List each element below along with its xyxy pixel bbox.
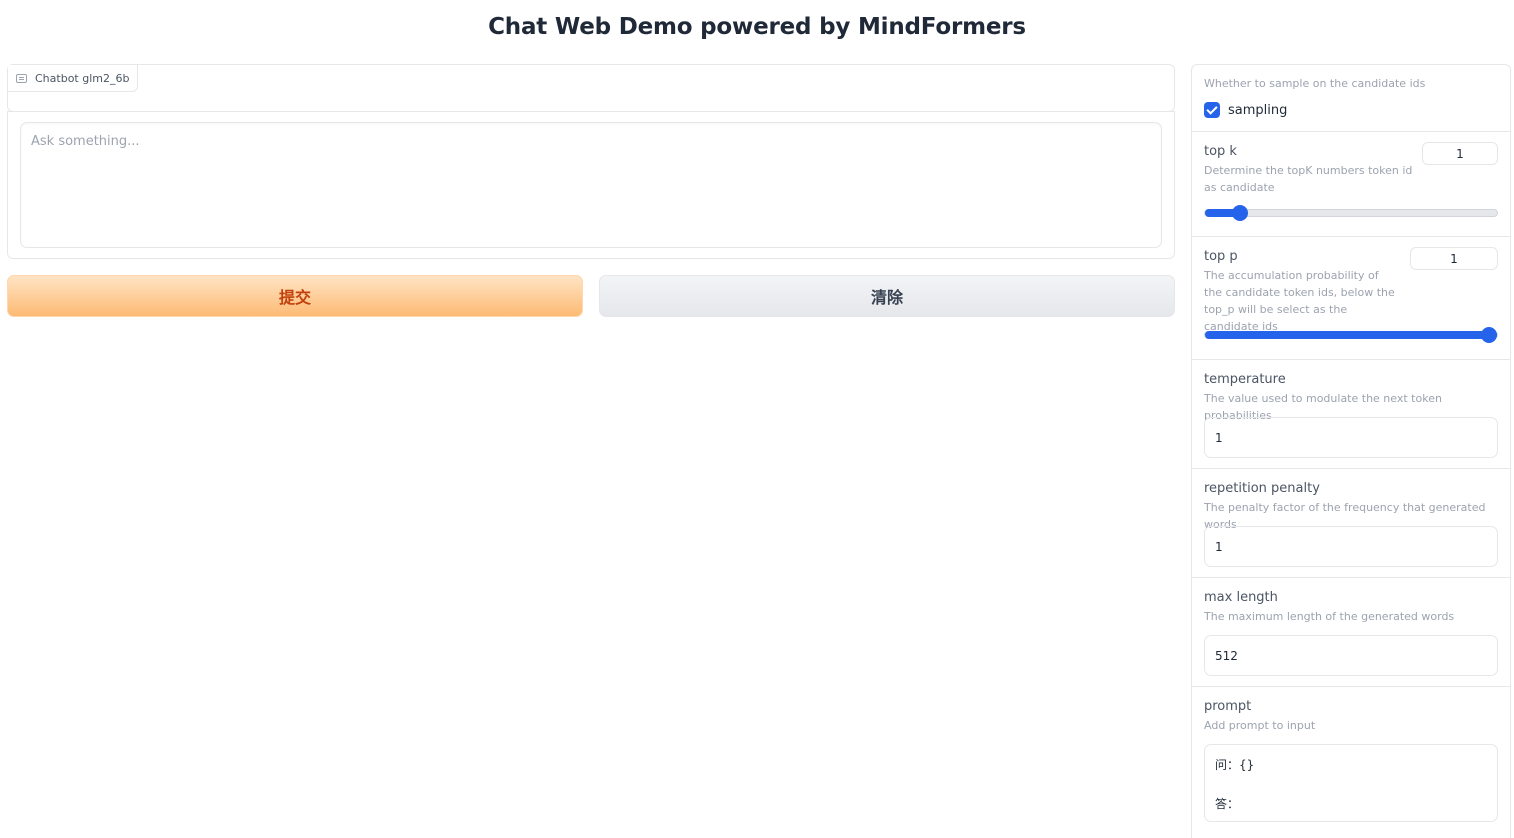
top-p-number-input[interactable]: 1 bbox=[1410, 247, 1498, 270]
top-k-section: top k Determine the topK numbers token i… bbox=[1192, 132, 1510, 237]
max-length-input[interactable]: 512 bbox=[1204, 635, 1498, 676]
ask-input[interactable]: Ask something... bbox=[20, 122, 1162, 248]
settings-panel: Whether to sample on the candidate ids s… bbox=[1191, 64, 1511, 838]
submit-button[interactable]: 提交 bbox=[7, 275, 583, 317]
top-k-slider-handle[interactable] bbox=[1232, 205, 1249, 221]
sampling-label: sampling bbox=[1228, 102, 1288, 118]
sampling-section: Whether to sample on the candidate ids s… bbox=[1192, 65, 1510, 132]
sampling-info: Whether to sample on the candidate ids bbox=[1204, 77, 1426, 90]
prompt-line-2: 答： bbox=[1215, 797, 1240, 811]
temperature-section: temperature The value used to modulate t… bbox=[1192, 360, 1510, 469]
prompt-line-1: 问：{} bbox=[1215, 758, 1255, 772]
temperature-label: temperature bbox=[1204, 372, 1286, 387]
prompt-info: Add prompt to input bbox=[1204, 719, 1316, 732]
clear-button[interactable]: 清除 bbox=[599, 275, 1175, 317]
chatbot-label: Chatbot glm2_6b bbox=[8, 65, 139, 92]
max-length-info: The maximum length of the generated word… bbox=[1204, 610, 1455, 623]
prompt-input[interactable]: 问：{} 答： bbox=[1204, 744, 1498, 822]
prompt-label: prompt bbox=[1204, 699, 1252, 714]
temperature-input[interactable]: 1 bbox=[1204, 417, 1498, 458]
prompt-section: prompt Add prompt to input 问：{} 答： bbox=[1192, 687, 1510, 837]
top-k-number-input[interactable]: 1 bbox=[1422, 142, 1498, 165]
top-p-section: top p The accumulation probability of th… bbox=[1192, 237, 1510, 360]
input-panel: Ask something... bbox=[7, 111, 1175, 259]
repetition-penalty-input[interactable]: 1 bbox=[1204, 526, 1498, 567]
chat-icon bbox=[16, 73, 27, 83]
top-k-info: Determine the topK numbers token id as c… bbox=[1204, 164, 1413, 194]
top-p-slider-handle[interactable] bbox=[1481, 327, 1497, 343]
chatbot-panel: Chatbot glm2_6b bbox=[7, 64, 1175, 112]
top-k-slider[interactable] bbox=[1204, 205, 1498, 221]
page-title: Chat Web Demo powered by MindFormers bbox=[488, 14, 1026, 40]
sampling-checkbox[interactable] bbox=[1204, 102, 1220, 118]
top-p-slider[interactable] bbox=[1204, 327, 1498, 343]
top-p-info: The accumulation probability of the cand… bbox=[1204, 269, 1395, 333]
repetition-penalty-section: repetition penalty The penalty factor of… bbox=[1192, 469, 1510, 578]
max-length-section: max length The maximum length of the gen… bbox=[1192, 578, 1510, 687]
chatbot-label-text: Chatbot glm2_6b bbox=[35, 71, 130, 85]
max-length-label: max length bbox=[1204, 590, 1278, 605]
repetition-penalty-label: repetition penalty bbox=[1204, 481, 1320, 496]
